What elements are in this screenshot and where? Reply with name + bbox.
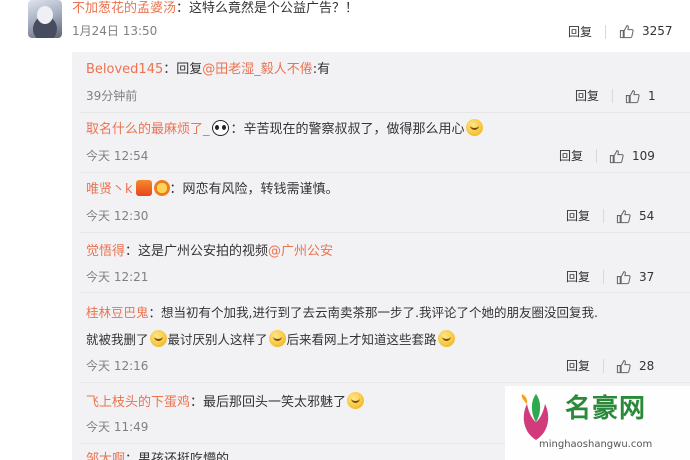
like-count: 28: [639, 359, 655, 373]
comment-text: ：这特么竟然是个公益广告？！: [176, 1, 359, 16]
thumbs-up-icon: [625, 89, 640, 103]
shy-emoji: [437, 330, 455, 347]
reply-text: 就被我删了: [86, 332, 149, 347]
thumbs-up-icon: [616, 359, 631, 373]
separator: [80, 292, 690, 293]
like-count: 3257: [642, 24, 673, 38]
reply-button[interactable]: 回复: [575, 87, 599, 105]
reply-time: 今天 11:49: [86, 420, 149, 434]
like-button[interactable]: 3257: [619, 22, 673, 40]
reply-time: 今天 12:21: [86, 270, 149, 284]
brand-logo-icon: [521, 394, 549, 440]
reply-line-continued: 就被我删了 最讨厌别人这样了 后来看网上才知道这些套路: [86, 330, 456, 350]
reply-username[interactable]: Beloved145: [86, 62, 163, 77]
reply-time: 今天 12:54: [86, 149, 149, 163]
verified-badge-icon: [135, 180, 152, 196]
reply-button[interactable]: 回复: [566, 357, 590, 375]
reply-time: 39分钟前: [86, 89, 138, 103]
reply-text: 后来看网上才知道这些套路: [286, 332, 437, 347]
reply-line: 唯贤丶k ：网恋有风险，转钱需谨慎。: [86, 180, 339, 200]
separator: [80, 172, 690, 173]
separator: [80, 112, 690, 113]
divider: [603, 270, 604, 284]
like-button[interactable]: 109: [609, 147, 655, 165]
level-badge-icon: [153, 180, 170, 196]
top-comment: 不加葱花的孟婆汤：这特么竟然是个公益广告？！ 1月24日 13:50 回复 32…: [0, 0, 690, 46]
like-button[interactable]: 1: [625, 87, 656, 105]
reply-button[interactable]: 回复: [559, 147, 583, 165]
thumbs-up-icon: [616, 270, 631, 284]
reply-button[interactable]: 回复: [566, 207, 590, 225]
reply-text: 最讨厌别人这样了: [167, 332, 268, 347]
reply-button[interactable]: 回复: [568, 23, 592, 41]
like-count: 1: [648, 89, 656, 103]
like-button[interactable]: 28: [616, 357, 654, 375]
thumbs-up-icon: [609, 149, 624, 163]
mention-link[interactable]: @田老湿_毅人不倦: [202, 62, 313, 77]
watermark-brand: 名豪网: [565, 394, 647, 424]
reply-text: ：这是广州公安拍的视频: [125, 244, 269, 259]
watermark-url: minghaoshangwu.com: [539, 439, 653, 450]
like-count: 109: [632, 149, 655, 163]
separator: [80, 382, 690, 383]
like-button[interactable]: 54: [616, 207, 654, 225]
reply-text: :有: [312, 62, 331, 77]
mention-link[interactable]: @广州公安: [268, 244, 333, 259]
like-count: 37: [639, 270, 655, 284]
reply-text: ：想当初有个加我,进行到了去云南卖茶那一步了.我评论了个她的朋友圈没回复我.: [148, 305, 598, 320]
divider: [605, 25, 606, 39]
divider: [603, 359, 604, 373]
reply-line: 取名什么的最麻烦了_ ：辛苦现在的警察叔叔了，做得那么用心: [86, 119, 484, 140]
reply-username[interactable]: 桂林豆巴鬼: [86, 305, 149, 320]
panda-emoji: [211, 120, 229, 136]
cry-laugh-emoji: [268, 330, 286, 347]
watermark: 名豪网 minghaoshangwu.com: [505, 386, 690, 460]
reply-line: 飞上枝头的下蛋鸡：最后那回头一笑太邪魅了: [86, 392, 365, 413]
reply-time: 今天 12:30: [86, 209, 149, 223]
divider: [603, 209, 604, 223]
avatar[interactable]: [28, 0, 62, 38]
comment-time: 1月24日 13:50: [72, 24, 158, 38]
laugh-emoji: [465, 119, 483, 136]
reply-text: ：最后那回头一笑太邪魅了: [190, 395, 347, 410]
reply-time: 今天 12:16: [86, 359, 149, 373]
reply-line: Beloved145：回复@田老湿_毅人不倦:有: [86, 60, 330, 80]
reply-button[interactable]: 回复: [566, 268, 590, 286]
reply-username[interactable]: 飞上枝头的下蛋鸡: [86, 395, 190, 410]
reply-text: ：辛苦现在的警察叔叔了，做得那么用心: [230, 122, 465, 137]
reply-username[interactable]: 觉悟得: [86, 244, 125, 259]
comment-username[interactable]: 不加葱花的孟婆汤: [72, 1, 176, 16]
reply-text: ：网恋有风险，转钱需谨慎。: [169, 182, 339, 197]
reply-username[interactable]: 唯贤丶k: [86, 182, 133, 197]
reply-line: 桂林豆巴鬼：想当初有个加我,进行到了去云南卖茶那一步了.我评论了个她的朋友圈没回…: [86, 303, 598, 323]
reply-prefix: ：回复: [163, 62, 203, 77]
divider: [612, 89, 613, 103]
reply-line: 觉悟得：这是广州公安拍的视频@广州公安: [86, 242, 333, 262]
like-button[interactable]: 37: [616, 268, 654, 286]
reply-username[interactable]: 取名什么的最麻烦了_: [86, 122, 210, 137]
comment-line: 不加葱花的孟婆汤：这特么竟然是个公益广告？！: [72, 0, 358, 17]
cry-laugh-emoji: [149, 330, 167, 347]
reply-line-partial: 邹大啊：男孩还挺吃懵的: [86, 450, 229, 460]
like-count: 54: [639, 209, 655, 223]
reply-text: ：男孩还挺吃懵的: [125, 452, 230, 460]
thumbs-up-icon: [616, 209, 631, 223]
thumbs-up-icon: [619, 24, 634, 38]
reply-username[interactable]: 邹大啊: [86, 452, 125, 460]
cry-laugh-emoji: [347, 392, 365, 409]
separator: [80, 232, 690, 233]
divider: [596, 149, 597, 163]
